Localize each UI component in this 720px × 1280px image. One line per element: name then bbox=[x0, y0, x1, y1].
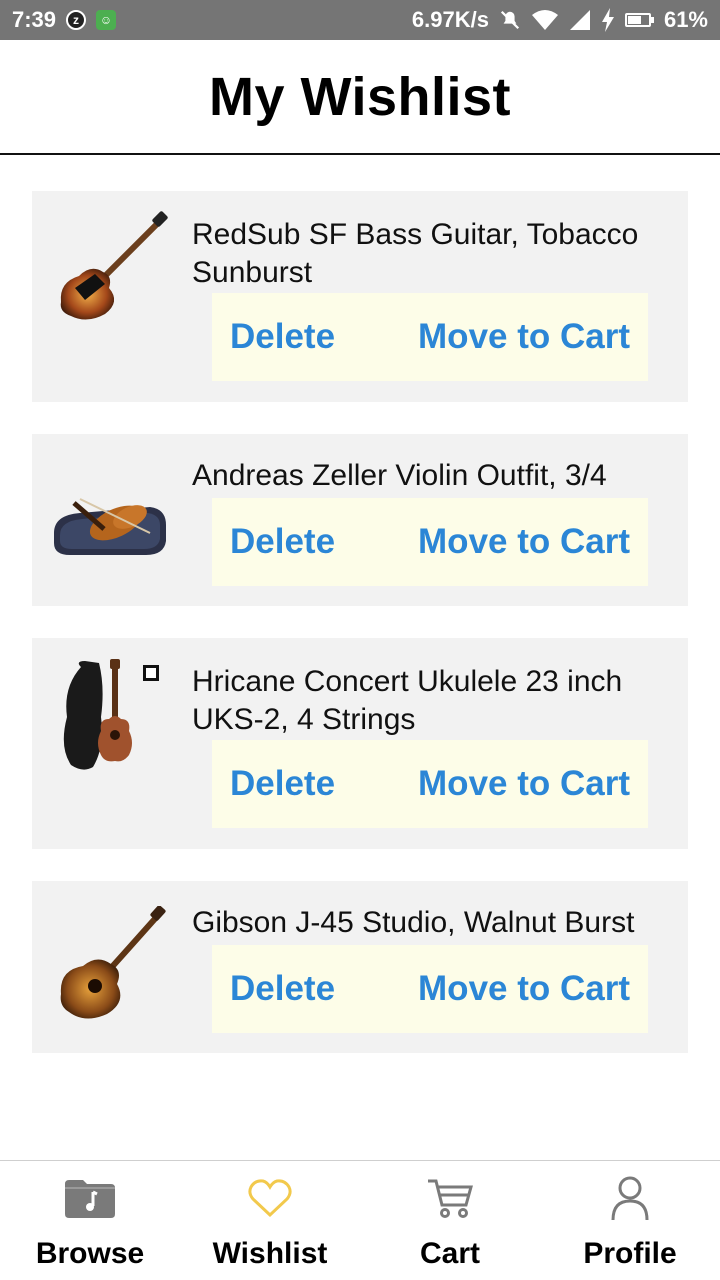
item-actions: Delete Move to Cart bbox=[212, 740, 648, 828]
wishlist-item: Gibson J-45 Studio, Walnut Burst Delete … bbox=[32, 881, 688, 1053]
bass-guitar-icon[interactable] bbox=[50, 209, 170, 329]
move-to-cart-button[interactable]: Move to Cart bbox=[418, 317, 630, 357]
person-icon bbox=[610, 1173, 650, 1223]
item-title: RedSub SF Bass Guitar, Tobacco Sunburst bbox=[192, 218, 639, 289]
nav-label: Wishlist bbox=[212, 1237, 328, 1270]
ukulele-icon[interactable] bbox=[50, 656, 170, 776]
wifi-icon bbox=[531, 9, 559, 31]
android-notification-icon: ☺ bbox=[96, 10, 117, 30]
signal-icon bbox=[569, 9, 591, 31]
nav-wishlist[interactable]: Wishlist bbox=[180, 1161, 360, 1280]
status-time: 7:39 bbox=[12, 7, 57, 32]
violin-icon[interactable] bbox=[50, 458, 170, 578]
folder-music-icon bbox=[63, 1173, 117, 1223]
wishlist-list: RedSub SF Bass Guitar, Tobacco Sunburst … bbox=[32, 191, 688, 1085]
wishlist-item: Hricane Concert Ukulele 23 inch UKS-2, 4… bbox=[32, 638, 688, 849]
item-title: Andreas Zeller Violin Outfit, 3/4 bbox=[192, 459, 607, 492]
nav-label: Profile bbox=[583, 1237, 677, 1270]
heart-icon bbox=[247, 1173, 293, 1223]
app-notification-icon: z bbox=[66, 10, 87, 30]
page-title: My Wishlist bbox=[208, 66, 512, 127]
delete-button[interactable]: Delete bbox=[230, 317, 335, 357]
delete-button[interactable]: Delete bbox=[230, 522, 335, 562]
move-to-cart-button[interactable]: Move to Cart bbox=[418, 522, 630, 562]
item-title: Hricane Concert Ukulele 23 inch UKS-2, 4… bbox=[192, 665, 623, 736]
nav-cart[interactable]: Cart bbox=[360, 1161, 540, 1280]
status-bar: 7:39 z ☺ 6.97K/s 61% bbox=[0, 0, 720, 40]
item-title: Gibson J-45 Studio, Walnut Burst bbox=[192, 906, 635, 939]
item-actions: Delete Move to Cart bbox=[212, 498, 648, 586]
bottom-navigation: Browse Wishlist Cart Profile bbox=[0, 1160, 720, 1280]
nav-browse[interactable]: Browse bbox=[0, 1161, 180, 1280]
mute-icon bbox=[499, 9, 521, 31]
charging-icon bbox=[601, 8, 615, 32]
wishlist-item: Andreas Zeller Violin Outfit, 3/4 Delete… bbox=[32, 434, 688, 606]
move-to-cart-button[interactable]: Move to Cart bbox=[418, 764, 630, 804]
item-actions: Delete Move to Cart bbox=[212, 945, 648, 1033]
delete-button[interactable]: Delete bbox=[230, 764, 335, 804]
cart-icon bbox=[426, 1173, 474, 1223]
acoustic-guitar-icon[interactable] bbox=[50, 905, 170, 1025]
nav-label: Browse bbox=[35, 1237, 145, 1270]
battery-level: 61% bbox=[663, 7, 708, 32]
nav-label: Cart bbox=[419, 1237, 480, 1270]
battery-icon bbox=[624, 13, 654, 27]
wishlist-item: RedSub SF Bass Guitar, Tobacco Sunburst … bbox=[32, 191, 688, 402]
delete-button[interactable]: Delete bbox=[230, 969, 335, 1009]
app-header: My Wishlist bbox=[0, 40, 720, 155]
nav-profile[interactable]: Profile bbox=[540, 1161, 720, 1280]
network-speed: 6.97K/s bbox=[411, 7, 489, 32]
item-actions: Delete Move to Cart bbox=[212, 293, 648, 381]
move-to-cart-button[interactable]: Move to Cart bbox=[418, 969, 630, 1009]
